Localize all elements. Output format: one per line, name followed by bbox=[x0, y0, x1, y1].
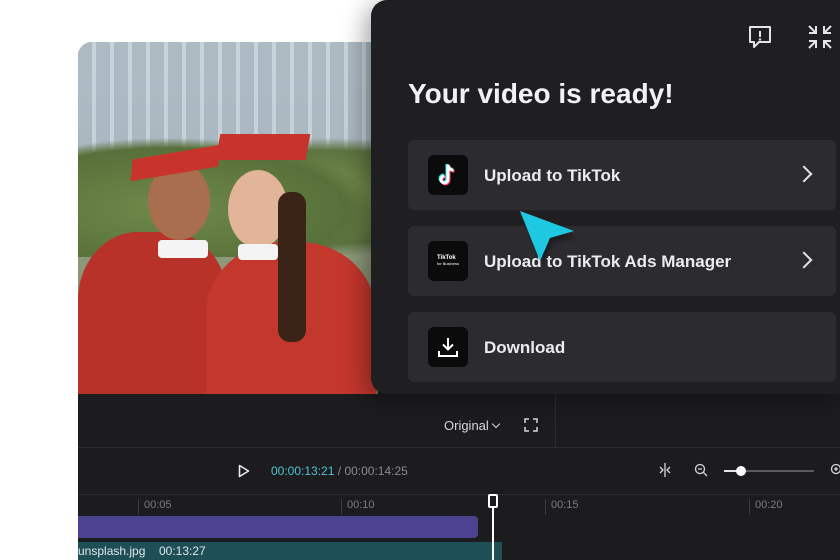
ads-icon-line-2: for Business bbox=[436, 261, 459, 266]
collapse-icon[interactable] bbox=[807, 24, 833, 50]
option-label: Download bbox=[484, 338, 566, 357]
timeline-ruler: 00:05 00:10 00:15 00:20 bbox=[78, 494, 840, 516]
clip-name: unsplash.jpg bbox=[78, 544, 146, 558]
split-icon[interactable] bbox=[658, 463, 672, 477]
ruler-tick: 00:10 bbox=[341, 499, 375, 515]
tiktok-logo-icon bbox=[428, 155, 468, 195]
current-time: 00:00:13:21 bbox=[271, 464, 335, 478]
upload-tiktok-button[interactable]: Upload to TikTok bbox=[408, 140, 836, 210]
chevron-right-icon bbox=[795, 165, 813, 183]
zoom-in-icon[interactable] bbox=[830, 463, 840, 477]
zoom-slider-handle[interactable] bbox=[736, 466, 746, 476]
download-icon bbox=[428, 327, 468, 367]
chevron-right-icon bbox=[795, 251, 813, 269]
aspect-ratio-label: Original bbox=[444, 418, 489, 433]
play-icon[interactable] bbox=[238, 464, 250, 478]
pointer-cursor-icon bbox=[520, 211, 576, 265]
clip-duration: 00:13:27 bbox=[159, 544, 206, 558]
ruler-tick: 00:15 bbox=[545, 499, 579, 515]
fullscreen-icon[interactable] bbox=[524, 418, 538, 432]
playhead-handle[interactable] bbox=[488, 494, 498, 508]
ruler-tick: 00:05 bbox=[138, 499, 172, 515]
time-separator: / bbox=[337, 464, 342, 478]
panel-title: Your video is ready! bbox=[408, 78, 674, 109]
video-preview-image bbox=[78, 42, 378, 394]
download-button[interactable]: Download bbox=[408, 312, 836, 382]
ruler-tick: 00:20 bbox=[749, 499, 783, 515]
divider bbox=[555, 394, 556, 448]
chevron-down-icon bbox=[491, 419, 501, 428]
upload-tiktok-ads-manager-button[interactable]: TikTok for Business Upload to TikTok Ads… bbox=[408, 226, 836, 296]
total-time: 00:00:14:25 bbox=[344, 464, 408, 478]
tiktok-for-business-icon: TikTok for Business bbox=[428, 241, 468, 281]
export-panel: Your video is ready! Upload to TikTok Ti… bbox=[371, 0, 840, 394]
preview-toolbar: Original bbox=[78, 394, 840, 448]
option-label: Upload to TikTok bbox=[484, 166, 621, 185]
aspect-ratio-dropdown[interactable]: Original bbox=[444, 418, 501, 433]
audio-track-clip[interactable] bbox=[78, 516, 478, 538]
timecode: 00:00:13:21 / 00:00:14:25 bbox=[271, 464, 408, 478]
playback-controls: 00:00:13:21 / 00:00:14:25 bbox=[78, 448, 840, 494]
feedback-icon[interactable] bbox=[747, 24, 773, 50]
zoom-out-icon[interactable] bbox=[694, 463, 708, 477]
